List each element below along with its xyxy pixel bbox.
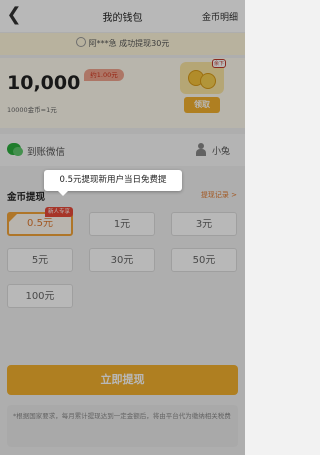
option-label: 3元 bbox=[195, 219, 213, 230]
exchange-rate: 10000金币=1元 bbox=[7, 106, 57, 114]
coin-detail-link[interactable]: 金币明细 bbox=[202, 10, 238, 23]
user-name: 小兔 bbox=[212, 147, 231, 157]
new-user-tag: 新人专享 bbox=[44, 207, 73, 217]
withdraw-option[interactable]: 50元 bbox=[171, 248, 237, 272]
withdraw-now-button[interactable]: 立即提现 bbox=[7, 365, 238, 395]
selected-check-icon bbox=[8, 213, 18, 223]
tooltip: 0.5元提现新用户当日免费提 bbox=[44, 170, 182, 196]
notice-text: 阿***急 成功提现30元 bbox=[88, 39, 170, 48]
user-icon bbox=[196, 143, 206, 157]
coin-stack-icon: 余下 bbox=[180, 59, 226, 94]
option-label: 30元 bbox=[110, 255, 134, 266]
option-label: 5元 bbox=[31, 255, 49, 266]
header-bar: ❮ 我的钱包 金币明细 bbox=[0, 0, 245, 32]
option-label: 0.5元 bbox=[27, 218, 53, 229]
withdraw-option[interactable]: 3元 bbox=[171, 212, 237, 236]
withdraw-notice-bar: 阿***急 成功提现30元 bbox=[0, 33, 245, 55]
option-label: 50元 bbox=[192, 255, 216, 266]
withdraw-section-title: 金币提现 bbox=[7, 192, 46, 203]
redeem-tag: 余下 bbox=[211, 59, 226, 68]
payout-method-row[interactable]: 到账微信 小兔 bbox=[0, 134, 245, 166]
wechat-icon bbox=[7, 143, 23, 156]
tax-footnote: *根据国家要求，每月累计提现达到一定金额后，将由平台代为缴纳相关税费 bbox=[7, 405, 238, 447]
withdraw-option[interactable]: 1元 bbox=[89, 212, 155, 236]
payout-method-label: 到账微信 bbox=[27, 147, 66, 158]
redeem-widget[interactable]: 余下 领取 bbox=[180, 59, 226, 118]
withdraw-option[interactable]: 新人专享 0.5元 bbox=[7, 207, 73, 236]
option-label: 1元 bbox=[113, 219, 131, 230]
coin-balance: 10,000 bbox=[7, 72, 81, 94]
withdraw-record-link[interactable]: 提现记录 > bbox=[201, 190, 237, 200]
withdraw-option[interactable]: 30元 bbox=[89, 248, 155, 272]
withdraw-option[interactable]: 100元 bbox=[7, 284, 73, 308]
redeem-button[interactable]: 领取 bbox=[184, 97, 220, 113]
notice-icon bbox=[75, 37, 86, 47]
withdraw-option[interactable]: 5元 bbox=[7, 248, 73, 272]
yuan-equivalent-badge: 约1.00元 bbox=[84, 69, 124, 81]
option-label: 100元 bbox=[25, 291, 55, 302]
